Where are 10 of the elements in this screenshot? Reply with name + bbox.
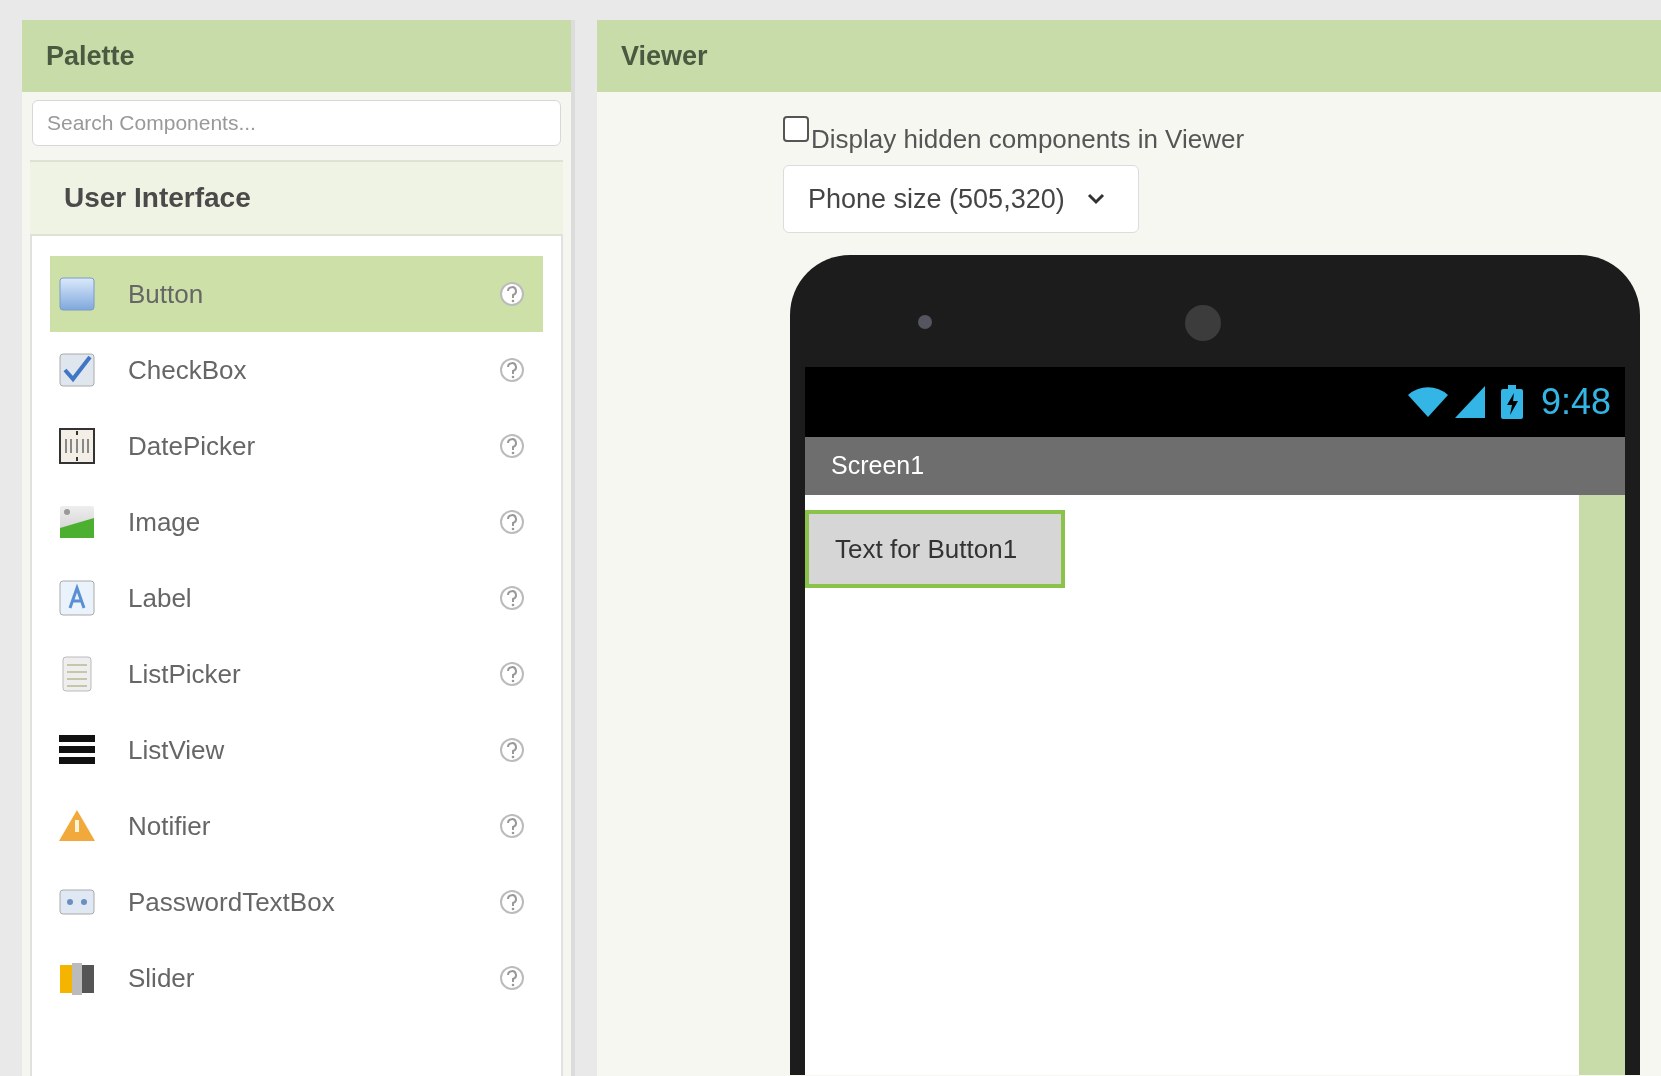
panel-title: Viewer <box>621 39 708 73</box>
clock-time: 9:48 <box>1540 380 1611 424</box>
screen-title-bar: Screen1 <box>805 437 1625 495</box>
size-dropdown[interactable]: Phone size (505,320) <box>783 165 1139 233</box>
search-field[interactable]: Search Components... <box>32 100 561 146</box>
palette-item[interactable]: Button <box>50 256 543 332</box>
checkbox-label[interactable]: Display hidden components in Viewer <box>811 120 1245 159</box>
panel-title: Palette <box>46 39 135 73</box>
category-header[interactable]: User Interface <box>30 160 563 236</box>
app-button[interactable]: Text for Button1 <box>805 510 1065 588</box>
